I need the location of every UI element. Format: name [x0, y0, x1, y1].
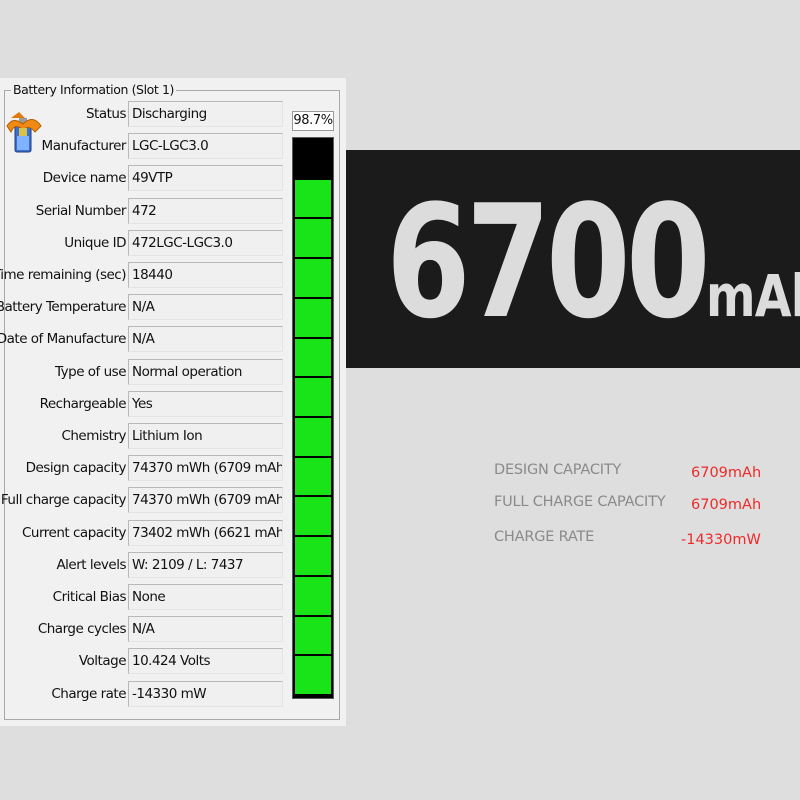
field-label: Serial Number	[35, 203, 127, 219]
capacity-banner: 6700mAh	[346, 150, 800, 368]
field-label: Manufacturer	[41, 138, 127, 154]
field-label: Voltage	[78, 653, 127, 669]
field-value[interactable]: -14330 mW	[128, 681, 283, 707]
meter-segment	[295, 338, 331, 377]
field-label: Current capacity	[22, 525, 127, 541]
spec-value: 6709mAh	[691, 465, 762, 481]
meter-segment	[295, 140, 331, 178]
field-label: Time remaining (sec)	[0, 267, 127, 283]
field-value[interactable]: N/A	[128, 616, 283, 642]
field-label: Critical Bias	[52, 589, 127, 605]
spec-label: CHARGE RATE	[494, 529, 595, 545]
field-label: Chemistry	[61, 428, 126, 444]
field-value[interactable]: Normal operation	[128, 359, 283, 385]
field-label: Design capacity	[25, 460, 127, 476]
field-value[interactable]: 74370 mWh (6709 mAh)	[128, 455, 283, 481]
capacity-unit: mAh	[706, 262, 800, 330]
field-value[interactable]: 18440	[128, 262, 283, 288]
field-value[interactable]: N/A	[128, 326, 283, 352]
field-label: Type of use	[55, 364, 127, 380]
field-value[interactable]: LGC-LGC3.0	[128, 133, 283, 159]
field-label: Charge cycles	[37, 621, 127, 637]
field-label: Date of Manufacture	[0, 331, 127, 347]
field-value[interactable]: 472	[128, 198, 283, 224]
field-value[interactable]: 73402 mWh (6621 mAh)	[128, 520, 283, 546]
field-value[interactable]: None	[128, 584, 283, 610]
battery-app-icon	[6, 112, 42, 153]
field-label: Alert levels	[56, 557, 126, 573]
charge-percent: 98.7%	[292, 111, 334, 131]
meter-segment	[295, 537, 331, 575]
battery-level-meter	[292, 137, 334, 699]
field-value[interactable]: N/A	[128, 294, 283, 320]
meter-segment	[295, 576, 331, 615]
spec-label: DESIGN CAPACITY	[494, 462, 622, 478]
field-label: Charge rate	[51, 686, 126, 702]
field-value[interactable]: 472LGC-LGC3.0	[128, 230, 283, 256]
capacity-headline: 6700mAh	[386, 172, 800, 352]
meter-segment	[295, 457, 331, 496]
meter-segment	[295, 259, 331, 297]
meter-segment	[295, 418, 331, 456]
field-label: Device name	[42, 170, 127, 186]
field-value[interactable]: W: 2109 / L: 7437	[128, 552, 283, 578]
capacity-number: 6700	[386, 171, 711, 353]
meter-segment	[295, 219, 331, 258]
field-label: Battery Temperature	[0, 299, 127, 315]
meter-segment	[295, 497, 331, 536]
spec-label: FULL CHARGE CAPACITY	[494, 494, 666, 510]
group-title: Battery Information (Slot 1)	[11, 82, 177, 97]
meter-segment	[295, 378, 331, 416]
field-label: Status	[85, 106, 127, 122]
meter-segment	[295, 656, 331, 694]
meter-segment	[295, 179, 331, 218]
field-value[interactable]: 10.424 Volts	[128, 648, 283, 674]
spec-value: -14330mW	[681, 532, 761, 548]
field-label: Unique ID	[64, 235, 126, 251]
spec-value: 6709mAh	[691, 497, 762, 513]
meter-segment	[295, 616, 331, 655]
field-label: Rechargeable	[39, 396, 127, 412]
field-value[interactable]: Lithium Ion	[128, 423, 283, 449]
field-value[interactable]: Yes	[128, 391, 283, 417]
field-value[interactable]: 49VTP	[128, 165, 283, 191]
meter-segment	[295, 298, 331, 337]
field-label: Full charge capacity	[0, 492, 127, 508]
field-value[interactable]: 74370 mWh (6709 mAh)	[128, 487, 283, 513]
field-value[interactable]: Discharging	[128, 101, 283, 127]
